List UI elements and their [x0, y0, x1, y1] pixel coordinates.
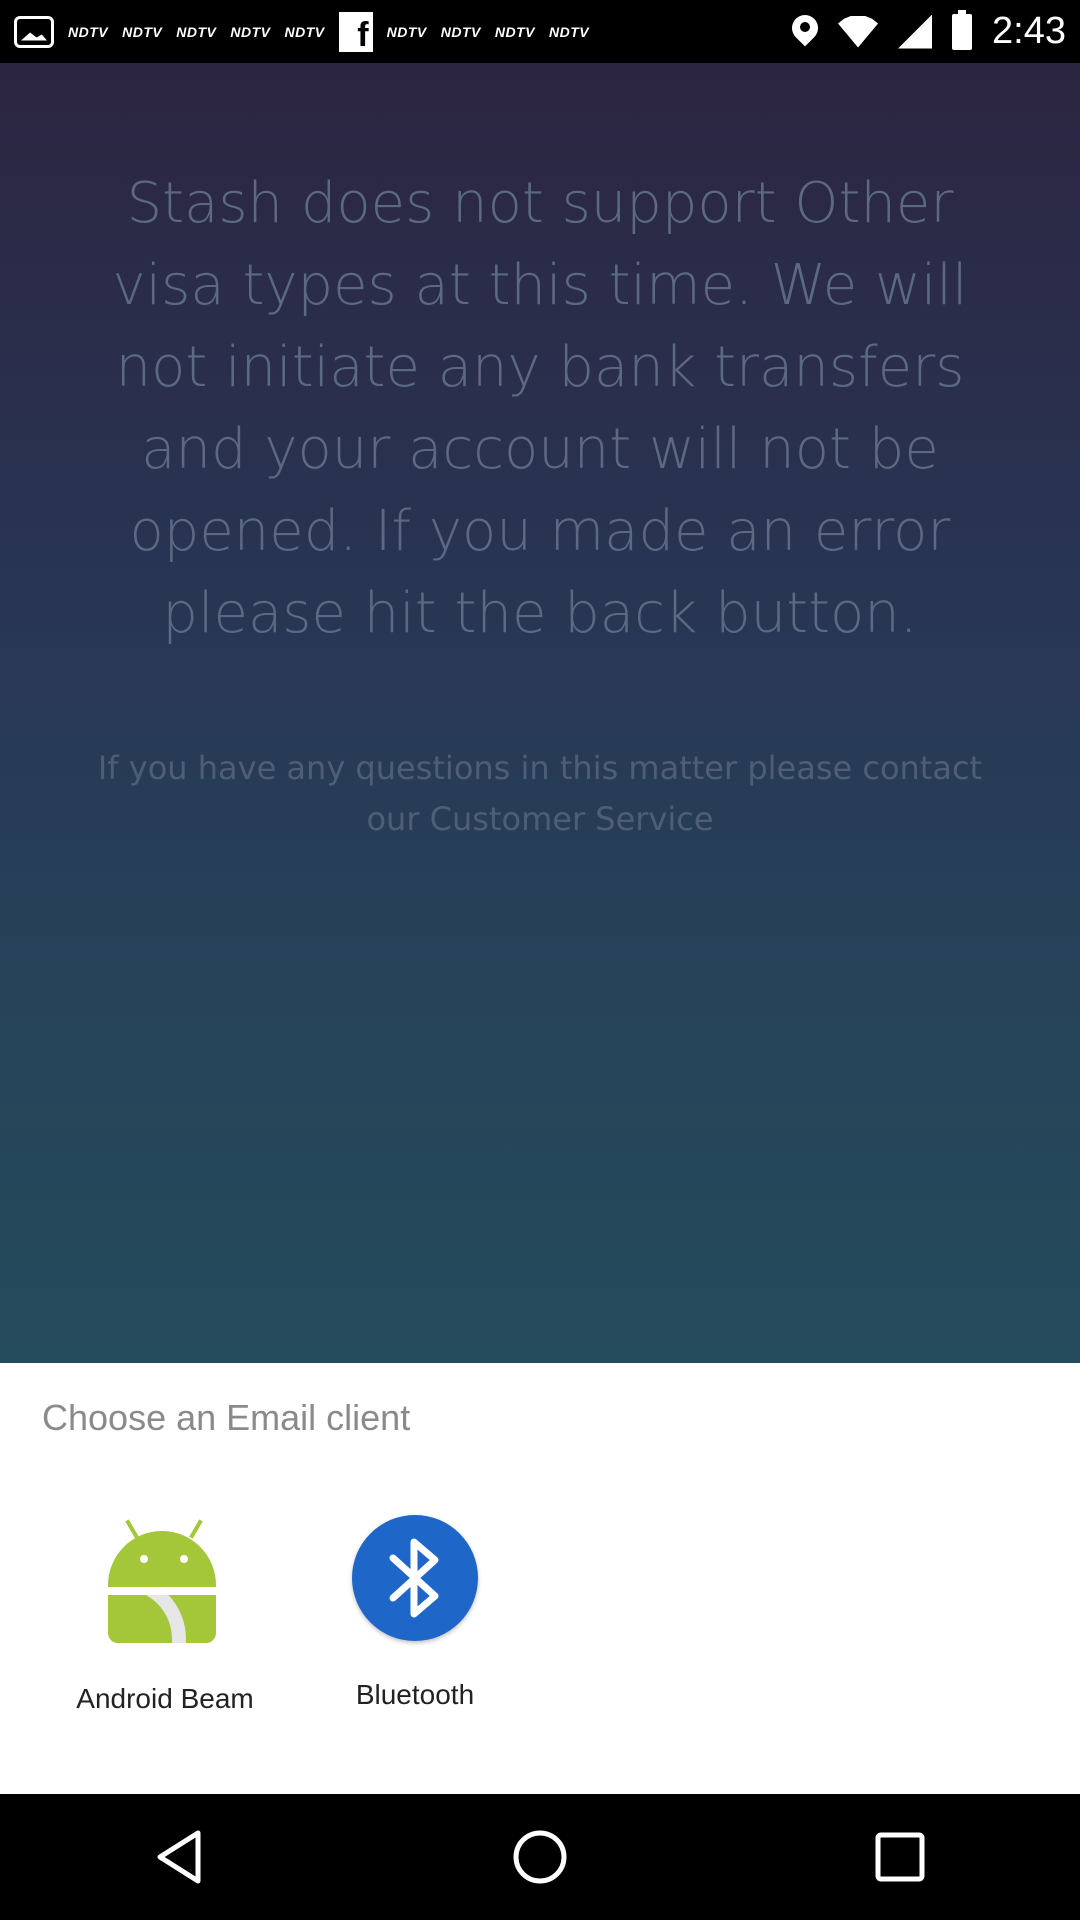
system-icons: 2:43 [792, 9, 1066, 53]
contact-message: If you have any questions in this matter… [97, 749, 983, 838]
home-icon [513, 1830, 567, 1884]
back-button[interactable] [135, 1812, 225, 1902]
ndtv-icon: NDTV [230, 23, 271, 40]
chooser-title: Choose an Email client [42, 1397, 411, 1438]
status-time: 2:43 [992, 10, 1066, 52]
background-app-screen: Stash does not support Other visa types … [0, 63, 1080, 1363]
ndtv-icon: NDTV [68, 23, 109, 40]
email-client-chooser: Choose an Email client Android Beam Blue… [0, 1363, 1080, 1794]
android-beam-option[interactable]: Android Beam [55, 1515, 275, 1715]
status-bar: NDTV NDTV NDTV NDTV NDTV f NDTV NDTV NDT… [0, 0, 1080, 63]
bluetooth-icon [352, 1515, 478, 1641]
back-icon [157, 1830, 201, 1884]
facebook-icon: f [338, 11, 373, 52]
gallery-icon [14, 15, 54, 48]
battery-icon [952, 9, 973, 50]
ndtv-icon: NDTV [386, 23, 427, 40]
ndtv-icon: NDTV [494, 23, 535, 40]
bluetooth-label: Bluetooth [355, 1679, 475, 1710]
recents-button[interactable] [855, 1812, 945, 1902]
signal-icon [898, 14, 933, 49]
notification-icons: NDTV NDTV NDTV NDTV NDTV f NDTV NDTV NDT… [14, 11, 590, 52]
ndtv-icon: NDTV [176, 23, 217, 40]
wifi-icon [838, 15, 879, 48]
android-beam-icon [100, 1515, 230, 1645]
ndtv-icon: NDTV [284, 23, 325, 40]
ndtv-icon: NDTV [440, 23, 481, 40]
ndtv-icon: NDTV [549, 23, 590, 40]
navigation-bar [0, 1794, 1080, 1920]
main-message: Stash does not support Other visa types … [112, 171, 968, 646]
android-beam-label: Android Beam [76, 1683, 254, 1714]
bluetooth-option[interactable]: Bluetooth [305, 1515, 525, 1711]
home-button[interactable] [495, 1812, 585, 1902]
ndtv-icon: NDTV [122, 23, 163, 40]
location-icon [792, 15, 818, 49]
recents-icon [875, 1832, 925, 1882]
